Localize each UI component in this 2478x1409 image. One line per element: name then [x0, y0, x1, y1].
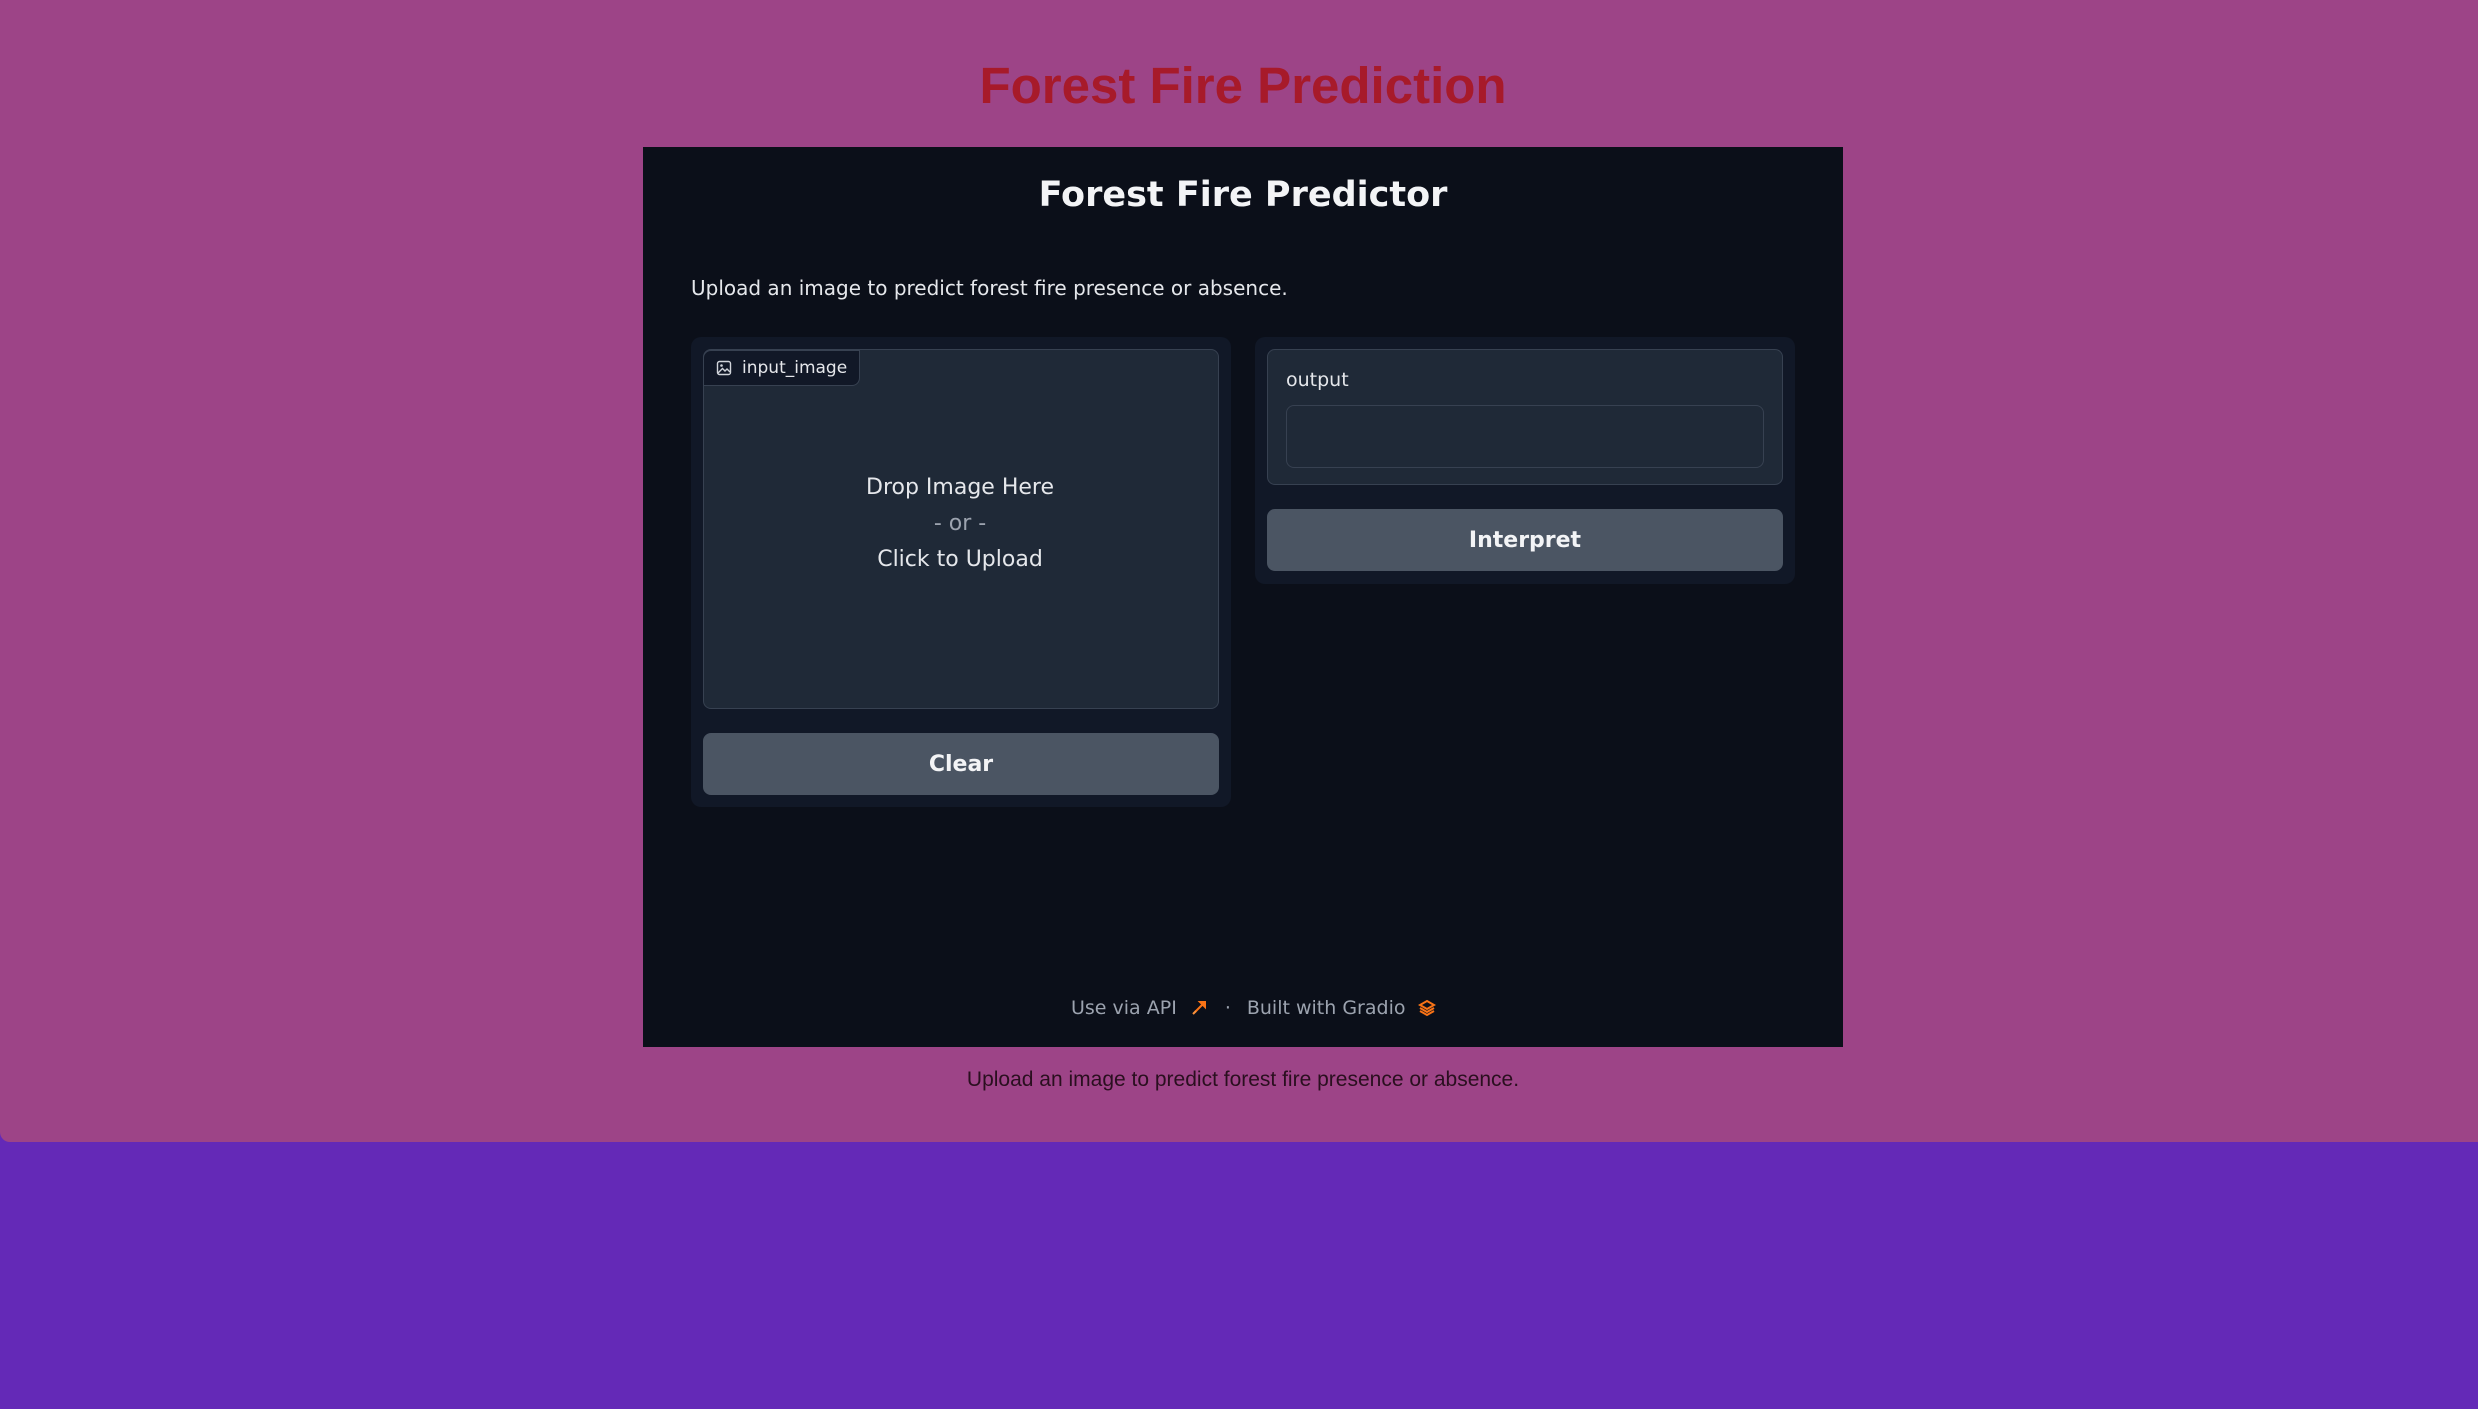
footer-separator: · [1224, 997, 1231, 1019]
page-background: Forest Fire Prediction Forest Fire Predi… [0, 0, 2478, 1142]
clear-button[interactable]: Clear [703, 733, 1219, 795]
click-to-upload-text: Click to Upload [877, 547, 1043, 572]
image-icon [716, 360, 732, 376]
use-via-api-link[interactable]: Use via API [1071, 997, 1177, 1019]
drop-image-text: Drop Image Here [866, 475, 1054, 500]
or-text: - or - [933, 511, 987, 536]
input-image-label-text: input_image [742, 358, 848, 378]
input-image-label: input_image [703, 350, 861, 386]
app-title: Forest Fire Predictor [1038, 175, 1448, 215]
built-with-gradio-link[interactable]: Built with Gradio [1247, 997, 1406, 1019]
app-footer: Use via API · Built with Gradio [1071, 993, 1437, 1023]
output-label: output [1286, 369, 1349, 391]
page-footer-text: Upload an image to predict forest fire p… [966, 1068, 1520, 1091]
page-title: Forest Fire Prediction [979, 57, 1507, 114]
gradio-logo-icon [1417, 998, 1437, 1018]
rocket-icon [1189, 998, 1209, 1018]
output-textbox[interactable] [1286, 405, 1764, 468]
app-description: Upload an image to predict forest fire p… [691, 276, 1288, 300]
upload-instructions[interactable]: Drop Image Here - or - Click to Upload [703, 470, 1217, 578]
interpret-button[interactable]: Interpret [1267, 509, 1783, 571]
